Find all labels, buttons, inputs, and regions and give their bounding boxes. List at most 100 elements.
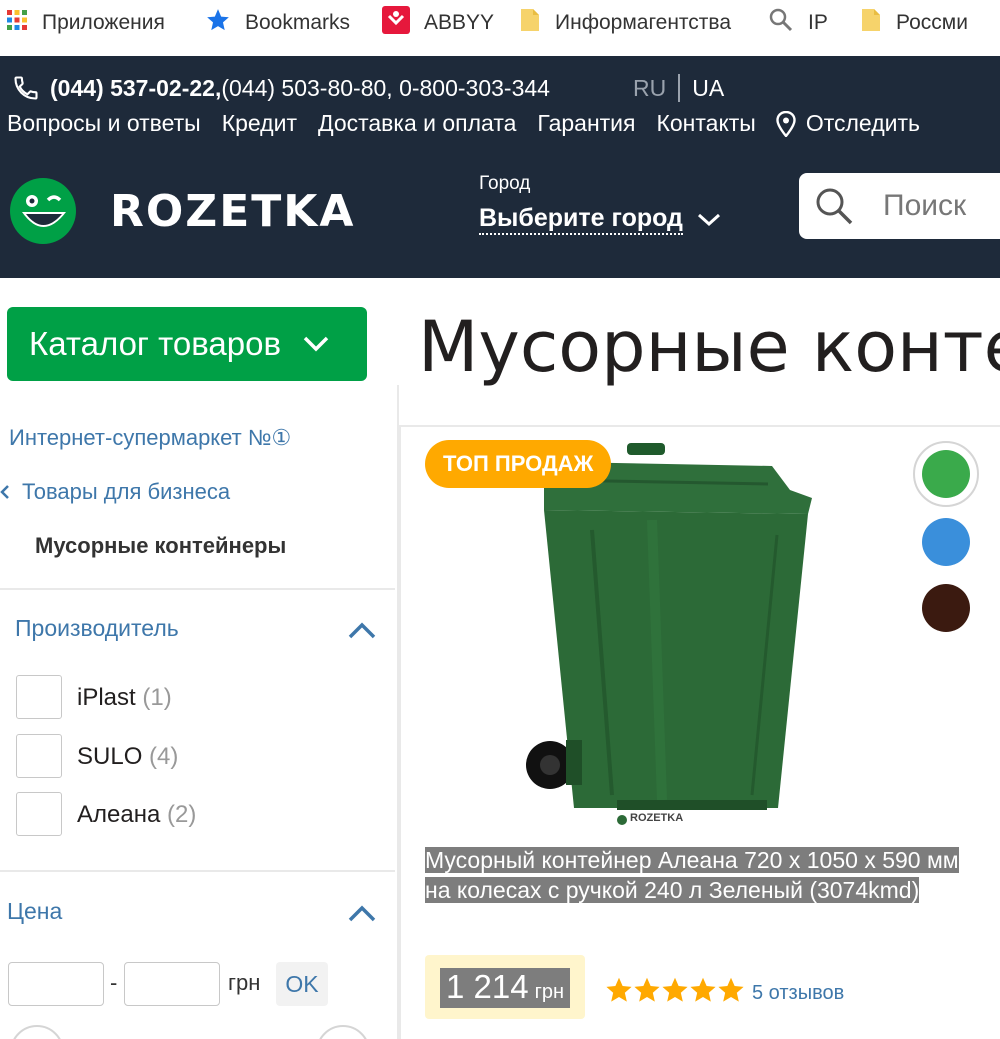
price-filter-title[interactable]: Цена bbox=[7, 898, 62, 925]
manufacturer-checkbox-sulo[interactable] bbox=[16, 734, 62, 778]
search-icon bbox=[813, 185, 855, 227]
phone-row: (044) 537-02-22, (044) 503-80-80, 0-800-… bbox=[12, 74, 550, 102]
bookmark-abbyy[interactable]: ABBYY bbox=[382, 0, 494, 46]
price-slider-max-handle[interactable] bbox=[316, 1025, 370, 1039]
manufacturer-count: (1) bbox=[142, 684, 172, 711]
manufacturer-checkbox-iplast[interactable] bbox=[16, 675, 62, 719]
manufacturer-option-sulo[interactable]: SULO (4) bbox=[77, 743, 178, 771]
manufacturer-option-iplast[interactable]: iPlast (1) bbox=[77, 684, 172, 712]
rozetka-smile-icon bbox=[8, 176, 78, 246]
price-value: 1 214 bbox=[446, 968, 529, 1005]
star-icon bbox=[205, 7, 231, 39]
map-pin-icon bbox=[776, 110, 796, 137]
nav-contacts[interactable]: Контакты bbox=[656, 110, 755, 137]
bookmark-label: Приложения bbox=[42, 11, 165, 34]
bookmark-apps[interactable]: Приложения bbox=[6, 0, 165, 46]
catalog-button[interactable]: Каталог товаров bbox=[7, 307, 367, 381]
breadcrumb-top[interactable]: Интернет-супермаркет №① bbox=[9, 425, 291, 451]
product-title: Мусорный контейнер Алеана 720 х 1050 х 5… bbox=[425, 847, 959, 903]
city-label: Город bbox=[479, 173, 531, 194]
star-icon bbox=[717, 976, 745, 1004]
reviews-link[interactable]: 5 отзывов bbox=[752, 982, 844, 1005]
search-box[interactable]: Поиск bbox=[799, 173, 1000, 239]
page-title: Мусорные конте bbox=[418, 306, 1000, 388]
chevron-down-icon bbox=[303, 336, 329, 352]
price-currency-label: грн bbox=[228, 970, 261, 995]
bookmark-ip[interactable]: IP bbox=[768, 0, 828, 46]
folder-icon bbox=[519, 7, 541, 39]
rating-stars[interactable] bbox=[605, 976, 745, 1004]
breadcrumb-current: Мусорные контейнеры bbox=[35, 533, 287, 558]
logo-text: ROZETKA bbox=[110, 185, 356, 237]
abbyy-icon bbox=[382, 6, 410, 40]
search-input[interactable]: Поиск bbox=[883, 189, 966, 223]
color-swatch-blue[interactable] bbox=[922, 518, 970, 566]
star-icon bbox=[605, 976, 633, 1004]
manufacturer-name: iPlast bbox=[77, 684, 136, 711]
phone-icon bbox=[12, 74, 40, 102]
search-icon bbox=[768, 7, 794, 39]
chevron-left-icon bbox=[0, 484, 10, 500]
nav-warranty[interactable]: Гарантия bbox=[537, 110, 635, 137]
folder-icon bbox=[860, 7, 882, 39]
lang-divider bbox=[678, 74, 681, 102]
price-ok-button[interactable]: OK bbox=[276, 962, 328, 1006]
price-ok-label: OK bbox=[285, 970, 319, 997]
chevron-down-icon bbox=[697, 213, 721, 227]
lang-ru-link[interactable]: RU bbox=[633, 75, 666, 102]
product-price: 1 214 грн bbox=[440, 968, 571, 1008]
manufacturer-filter-title[interactable]: Производитель bbox=[15, 615, 179, 642]
bookmark-label: Bookmarks bbox=[245, 11, 351, 34]
bookmarks-bar: Приложения Bookmarks ABBYY Информагентст… bbox=[0, 0, 1000, 46]
manufacturer-name: Алеана bbox=[77, 801, 161, 828]
bookmark-bookmarks[interactable]: Bookmarks bbox=[205, 0, 350, 46]
top-sales-badge: ТОП ПРОДАЖ bbox=[425, 440, 612, 488]
sidebar-divider bbox=[0, 870, 395, 872]
star-icon bbox=[633, 976, 661, 1004]
price-range-dash: - bbox=[110, 970, 118, 995]
star-icon bbox=[661, 976, 689, 1004]
price-to-input[interactable] bbox=[124, 962, 220, 1006]
phone-main-link[interactable]: (044) 537-02-22, bbox=[50, 75, 221, 102]
city-picker[interactable]: Выберите город bbox=[479, 204, 721, 235]
sidebar-divider bbox=[0, 588, 395, 590]
nav-track-label: Отследить bbox=[805, 110, 921, 136]
manufacturer-name: SULO bbox=[77, 743, 143, 770]
chevron-up-icon[interactable] bbox=[348, 903, 376, 923]
bookmark-informagentstva[interactable]: Информагентства bbox=[519, 0, 731, 46]
nav-delivery[interactable]: Доставка и оплата bbox=[318, 110, 516, 137]
price-slider-min-handle[interactable] bbox=[10, 1025, 64, 1039]
price-currency: грн bbox=[534, 981, 565, 1003]
bookmark-label: ABBYY bbox=[424, 11, 495, 34]
phone-others-text[interactable]: (044) 503-80-80, 0-800-303-344 bbox=[221, 75, 550, 102]
site-header: (044) 537-02-22, (044) 503-80-80, 0-800-… bbox=[0, 56, 1000, 278]
manufacturer-checkbox-aleana[interactable] bbox=[16, 792, 62, 836]
price-from-input[interactable] bbox=[8, 962, 104, 1006]
image-watermark: ROZETKA bbox=[630, 812, 684, 824]
bookmark-label: Россми bbox=[896, 11, 968, 34]
chevron-up-icon[interactable] bbox=[348, 620, 376, 640]
bookmark-rossmi[interactable]: Россми bbox=[860, 0, 968, 46]
city-value: Выберите город bbox=[479, 204, 683, 235]
lang-ua-link[interactable]: UA bbox=[692, 75, 724, 102]
bookmark-label: IP bbox=[808, 11, 828, 34]
apps-grid-icon bbox=[6, 9, 28, 37]
breadcrumb-parent-label: Товары для бизнеса bbox=[22, 479, 231, 504]
top-nav: Вопросы и ответы Кредит Доставка и оплат… bbox=[7, 110, 920, 137]
nav-credit[interactable]: Кредит bbox=[222, 110, 297, 137]
product-title-link[interactable]: Мусорный контейнер Алеана 720 х 1050 х 5… bbox=[425, 845, 985, 905]
color-swatch-brown[interactable] bbox=[922, 584, 970, 632]
manufacturer-count: (2) bbox=[166, 801, 197, 828]
product-image[interactable]: ROZETKA bbox=[522, 440, 812, 835]
language-switcher: RU UA bbox=[633, 74, 724, 102]
bookmark-label: Информагентства bbox=[555, 11, 732, 34]
rozetka-logo[interactable]: ROZETKA bbox=[8, 176, 355, 246]
nav-faq[interactable]: Вопросы и ответы bbox=[7, 110, 201, 137]
star-icon bbox=[689, 976, 717, 1004]
catalog-button-label: Каталог товаров bbox=[29, 325, 281, 362]
color-swatch-green[interactable] bbox=[922, 450, 970, 498]
manufacturer-count: (4) bbox=[149, 743, 179, 770]
breadcrumb-parent[interactable]: Товары для бизнеса bbox=[0, 479, 230, 505]
nav-track[interactable]: Отследить bbox=[776, 110, 920, 137]
manufacturer-option-aleana[interactable]: Алеана (2) bbox=[77, 801, 196, 829]
